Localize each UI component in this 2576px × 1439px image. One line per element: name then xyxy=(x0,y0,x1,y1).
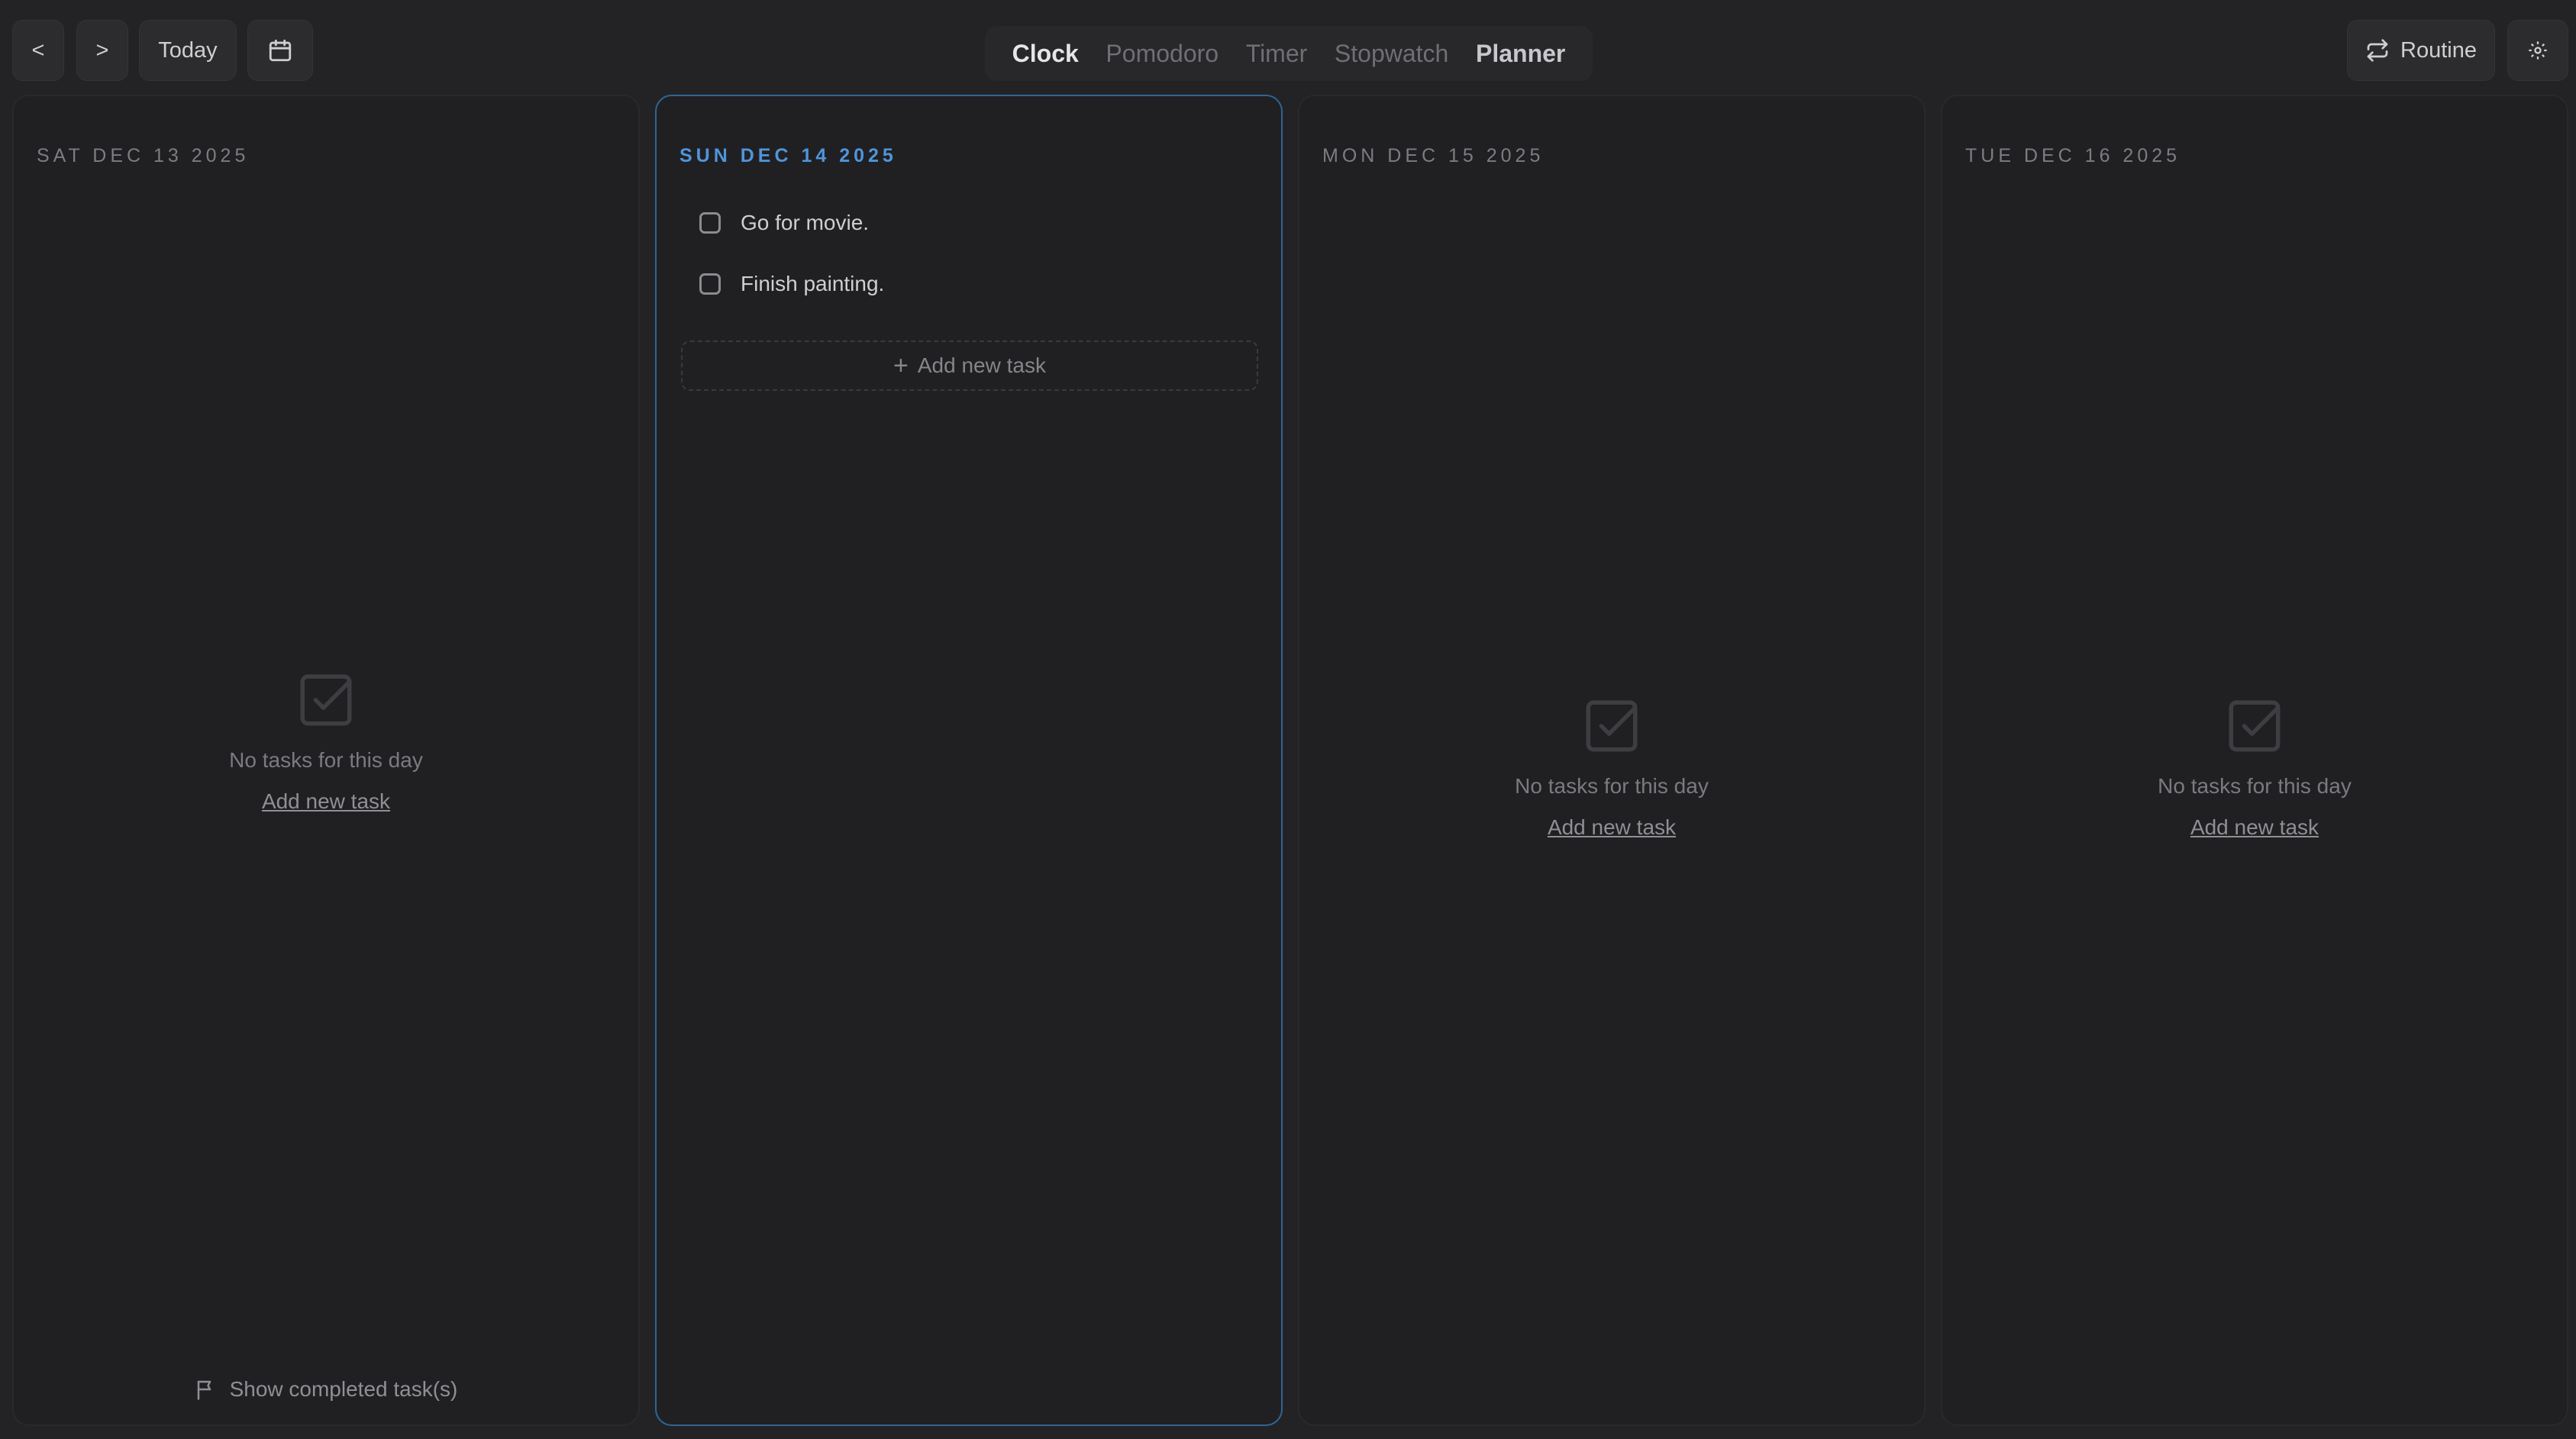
day-date: TUE DEC 16 2025 xyxy=(1965,145,2181,166)
tab-stopwatch[interactable]: Stopwatch xyxy=(1335,40,1448,68)
add-new-task-label: Add new task xyxy=(917,353,1046,377)
day-date: SAT DEC 13 2025 xyxy=(37,145,250,166)
repeat-icon xyxy=(2367,39,2388,62)
empty-message: No tasks for this day xyxy=(229,748,423,772)
day-column-mon: MON DEC 15 2025 No tasks for this day Ad… xyxy=(1298,95,1926,1426)
add-new-task-button[interactable]: + Add new task xyxy=(681,340,1258,391)
add-new-task-link[interactable]: Add new task xyxy=(1548,815,1676,840)
empty-state: No tasks for this day Add new task xyxy=(1299,695,1924,840)
task-checkbox[interactable] xyxy=(699,273,721,295)
empty-state: No tasks for this day Add new task xyxy=(1942,695,2567,840)
toolbar: < > Today Clock Pomodoro Timer Stopwatch… xyxy=(0,0,2576,95)
next-button[interactable]: > xyxy=(76,20,128,81)
calendar-button[interactable] xyxy=(247,20,313,81)
routine-button[interactable]: Routine xyxy=(2347,20,2495,81)
day-column-sun: SUN DEC 14 2025 Go for movie. Finish pai… xyxy=(655,95,1283,1426)
task-checkbox[interactable] xyxy=(699,212,721,234)
checkbox-check-icon xyxy=(300,674,352,726)
day-column-sat: SAT DEC 13 2025 No tasks for this day Ad… xyxy=(12,95,640,1426)
day-date: SUN DEC 14 2025 xyxy=(680,145,897,166)
add-new-task-link[interactable]: Add new task xyxy=(2190,815,2319,840)
task-item: Finish painting. xyxy=(699,272,884,296)
day-column-tue: TUE DEC 16 2025 No tasks for this day Ad… xyxy=(1941,95,2568,1426)
prev-button[interactable]: < xyxy=(12,20,64,81)
checkbox-check-icon xyxy=(1586,700,1638,752)
tab-clock[interactable]: Clock xyxy=(1012,40,1079,68)
tab-planner[interactable]: Planner xyxy=(1476,40,1565,68)
settings-button[interactable] xyxy=(2507,20,2568,81)
plus-icon: + xyxy=(893,350,909,380)
tab-pomodoro[interactable]: Pomodoro xyxy=(1106,40,1219,68)
mode-tabs: Clock Pomodoro Timer Stopwatch Planner xyxy=(985,26,1593,81)
day-date: MON DEC 15 2025 xyxy=(1322,145,1545,166)
task-title: Finish painting. xyxy=(741,272,885,295)
show-completed-button[interactable]: Show completed task(s) xyxy=(14,1377,638,1402)
calendar-icon xyxy=(269,39,292,62)
add-new-task-link[interactable]: Add new task xyxy=(262,789,390,814)
today-button[interactable]: Today xyxy=(139,20,237,81)
empty-message: No tasks for this day xyxy=(2158,774,2352,798)
empty-message: No tasks for this day xyxy=(1515,774,1709,798)
empty-state: No tasks for this day Add new task xyxy=(14,669,638,814)
task-title: Go for movie. xyxy=(741,211,870,234)
show-completed-label: Show completed task(s) xyxy=(229,1377,458,1401)
gear-icon xyxy=(2529,41,2547,60)
flag-icon xyxy=(197,1380,211,1400)
checkbox-check-icon xyxy=(2229,700,2281,752)
routine-label: Routine xyxy=(2400,37,2477,63)
task-item: Go for movie. xyxy=(699,211,869,235)
tab-timer[interactable]: Timer xyxy=(1246,40,1308,68)
